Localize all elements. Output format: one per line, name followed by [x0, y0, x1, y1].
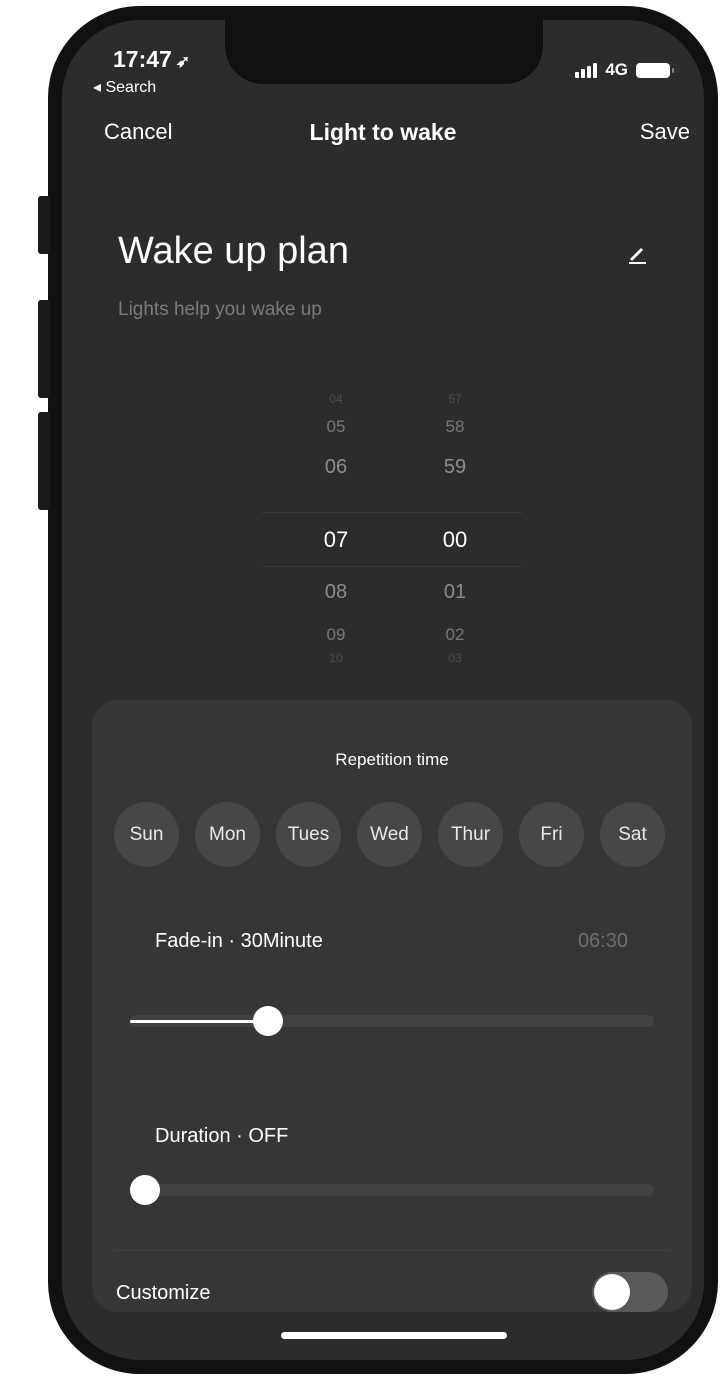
day-thur-button[interactable]: Thur — [438, 802, 503, 867]
day-wed-button[interactable]: Wed — [357, 802, 422, 867]
plan-title: Wake up plan — [118, 230, 349, 272]
edit-pencil-icon[interactable] — [624, 240, 650, 266]
hour-option[interactable]: 10 — [291, 651, 381, 665]
settings-panel: Repetition time Sun Mon Tues Wed Thur Fr… — [92, 700, 692, 1312]
minute-option[interactable]: 58 — [410, 417, 500, 437]
day-sun-button[interactable]: Sun — [114, 802, 179, 867]
minute-option[interactable]: 02 — [410, 625, 500, 645]
fade-in-slider-thumb[interactable] — [252, 1006, 283, 1036]
fade-in-slider[interactable] — [130, 1006, 654, 1036]
save-button[interactable]: Save — [640, 119, 690, 145]
hour-option[interactable]: 05 — [291, 417, 381, 437]
customize-toggle-knob — [594, 1274, 630, 1310]
duration-slider-track — [130, 1184, 654, 1196]
time-picker[interactable]: 04 05 06 07 08 09 10 57 58 59 00 01 02 0… — [262, 390, 522, 670]
network-type: 4G — [605, 60, 628, 79]
day-sat-button[interactable]: Sat — [600, 802, 665, 867]
fade-in-start-time: 06:30 — [577, 930, 628, 952]
app-screen: 17:47 ➶ ◂ Search 4G Cancel Light to wake … — [62, 20, 704, 1360]
plan-subtitle: Lights help you wake up — [118, 299, 322, 320]
location-arrow-icon: ➶ — [175, 52, 191, 71]
duration-label: Duration · OFF — [155, 1125, 289, 1147]
notch — [225, 20, 543, 84]
minute-selected[interactable]: 00 — [410, 527, 500, 553]
status-time: 17:47 ➶ — [113, 46, 190, 73]
day-mon-button[interactable]: Mon — [195, 802, 260, 867]
status-time-text: 17:47 — [113, 46, 172, 72]
minute-option[interactable]: 59 — [410, 456, 500, 479]
fade-in-slider-fill — [130, 1020, 268, 1023]
fade-in-label: Fade-in · 30Minute — [155, 930, 323, 952]
day-tues-button[interactable]: Tues — [276, 802, 341, 867]
hour-option[interactable]: 04 — [291, 392, 381, 406]
minute-option[interactable]: 57 — [410, 392, 500, 406]
duration-slider[interactable] — [130, 1175, 654, 1205]
duration-slider-thumb[interactable] — [130, 1175, 160, 1205]
hour-option[interactable]: 06 — [291, 456, 381, 479]
repetition-title: Repetition time — [335, 750, 449, 769]
page-title: Light to wake — [309, 119, 457, 145]
minute-option[interactable]: 03 — [410, 651, 500, 665]
hour-option[interactable]: 09 — [291, 625, 381, 645]
cellular-signal-icon — [575, 62, 598, 78]
mute-switch — [38, 196, 50, 254]
divider — [114, 1250, 670, 1251]
home-indicator[interactable] — [281, 1332, 507, 1339]
day-selector: Sun Mon Tues Wed Thur Fri Sat — [114, 802, 665, 867]
status-indicators: 4G — [575, 60, 674, 80]
hour-option[interactable]: 08 — [291, 581, 381, 604]
battery-icon — [636, 62, 674, 78]
back-to-search-link[interactable]: ◂ Search — [93, 77, 156, 97]
minute-wheel[interactable]: 57 58 59 00 01 02 03 — [410, 390, 500, 670]
customize-toggle[interactable] — [592, 1272, 668, 1312]
hour-wheel[interactable]: 04 05 06 07 08 09 10 — [291, 390, 381, 670]
customize-label: Customize — [116, 1282, 211, 1304]
day-fri-button[interactable]: Fri — [519, 802, 584, 867]
hour-selected[interactable]: 07 — [291, 527, 381, 553]
volume-down-button — [38, 412, 50, 510]
volume-up-button — [38, 300, 50, 398]
minute-option[interactable]: 01 — [410, 581, 500, 604]
